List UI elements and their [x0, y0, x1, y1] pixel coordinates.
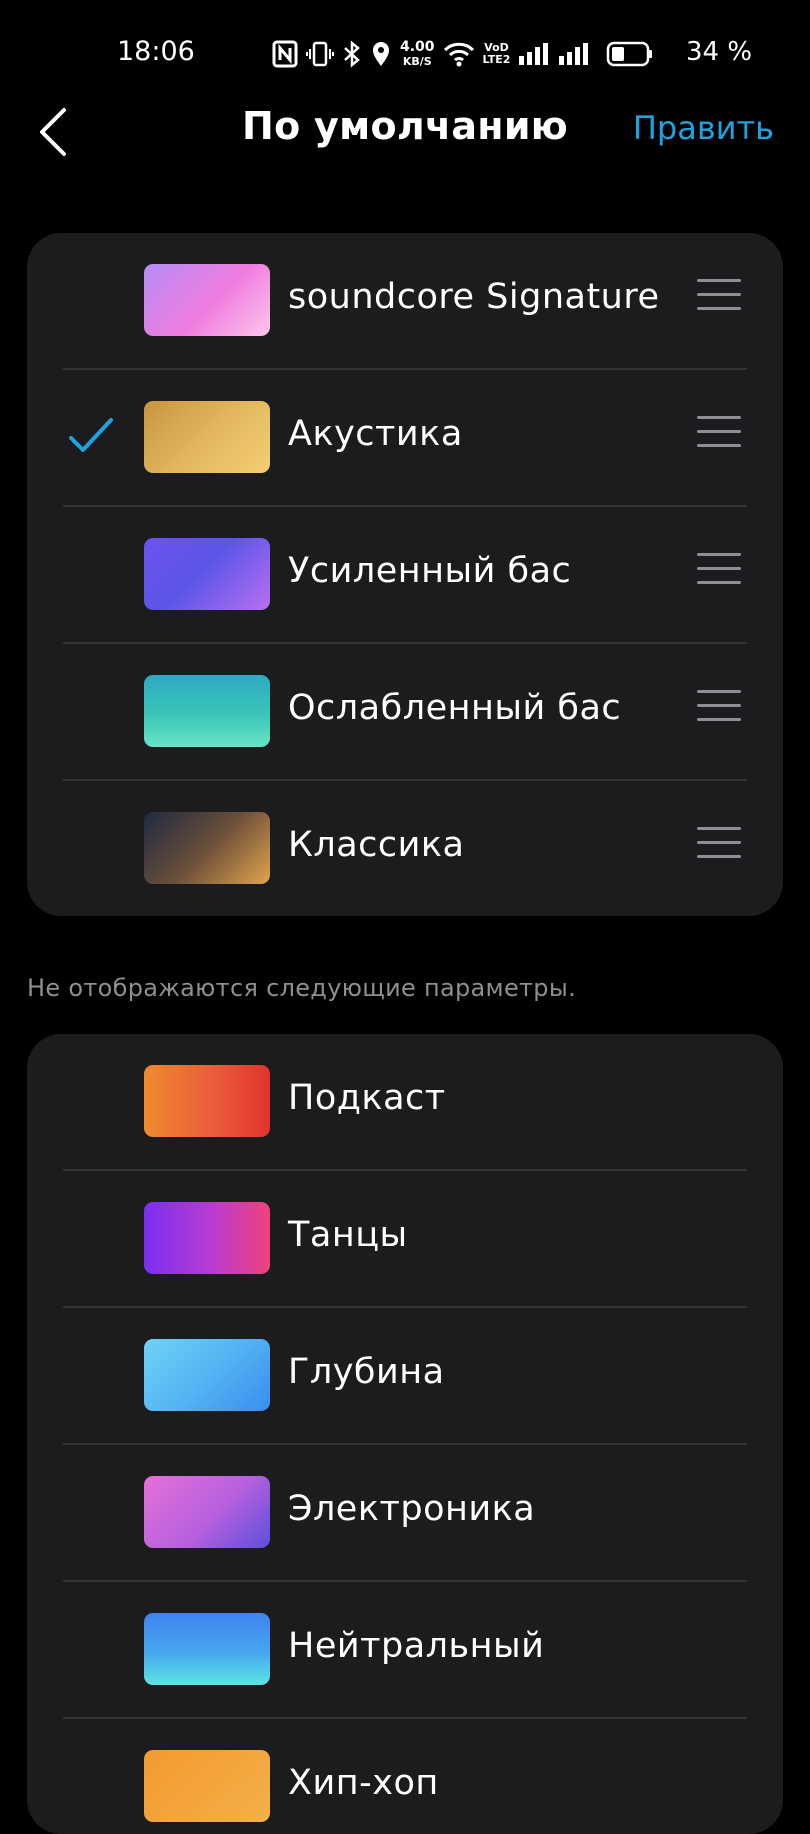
preset-label: Акустика: [288, 414, 463, 454]
preset-thumbnail: [144, 264, 270, 336]
nfc-icon: [272, 40, 298, 68]
hidden-section-note: Не отображаются следующие параметры.: [27, 974, 577, 1002]
preset-row-podcast[interactable]: Подкаст: [27, 1034, 783, 1171]
bluetooth-icon: [342, 40, 362, 68]
preset-row-classical[interactable]: Классика: [27, 781, 783, 916]
signal-icon: [518, 42, 550, 66]
preset-thumbnail: [144, 1339, 270, 1411]
preset-label: Усиленный бас: [288, 551, 572, 591]
preset-thumbnail: [144, 538, 270, 610]
preset-row-electronic[interactable]: Электроника: [27, 1445, 783, 1582]
wifi-icon: [443, 41, 475, 67]
preset-thumbnail: [144, 1476, 270, 1548]
preset-row-bass-reducer[interactable]: Ослабленный бас: [27, 644, 783, 781]
preset-label: Нейтральный: [288, 1626, 545, 1666]
preset-row-deep[interactable]: Глубина: [27, 1308, 783, 1445]
battery-icon: [606, 41, 654, 67]
preset-label: Электроника: [288, 1489, 536, 1529]
preset-thumbnail: [144, 1065, 270, 1137]
preset-thumbnail: [144, 675, 270, 747]
preset-label: Хип-хоп: [288, 1763, 439, 1803]
preset-row-dance[interactable]: Танцы: [27, 1171, 783, 1308]
preset-thumbnail: [144, 1613, 270, 1685]
volte-badge: VoD LTE2: [482, 41, 511, 66]
status-time: 18:06: [117, 36, 195, 67]
drag-handle-icon[interactable]: [697, 827, 741, 867]
drag-handle-icon[interactable]: [697, 553, 741, 593]
preset-label: Глубина: [288, 1352, 445, 1392]
status-bar: 18:06 4.00 KB/S VoD LTE2 34 %: [0, 0, 810, 100]
preset-row-acoustic[interactable]: Акустика: [27, 370, 783, 507]
checkmark-icon: [69, 418, 113, 452]
preset-row-signature[interactable]: soundcore Signature: [27, 233, 783, 370]
preset-label: Подкаст: [288, 1078, 446, 1118]
preset-thumbnail: [144, 401, 270, 473]
preset-row-neutral[interactable]: Нейтральный: [27, 1582, 783, 1719]
signal-icon: [558, 42, 590, 66]
preset-label: Ослабленный бас: [288, 688, 622, 728]
battery-percent: 34 %: [686, 37, 753, 67]
net-speed: 4.00 KB/S: [400, 38, 435, 68]
preset-thumbnail: [144, 812, 270, 884]
status-icons: 4.00 KB/S VoD LTE2: [272, 37, 654, 71]
location-icon: [370, 40, 392, 68]
vibrate-icon: [306, 40, 334, 68]
preset-label: soundcore Signature: [288, 277, 660, 317]
preset-row-bass-booster[interactable]: Усиленный бас: [27, 507, 783, 644]
drag-handle-icon[interactable]: [697, 279, 741, 319]
preset-label: Танцы: [288, 1215, 408, 1255]
hidden-presets-list: Подкаст Танцы Глубина Электроника Нейтра…: [27, 1034, 783, 1834]
visible-presets-list: soundcore Signature Акустика Усиленный б…: [27, 233, 783, 916]
drag-handle-icon[interactable]: [697, 690, 741, 730]
preset-thumbnail: [144, 1750, 270, 1822]
preset-label: Классика: [288, 825, 465, 865]
drag-handle-icon[interactable]: [697, 416, 741, 456]
edit-button[interactable]: Править: [633, 109, 774, 147]
preset-row-hiphop[interactable]: Хип-хоп: [27, 1719, 783, 1834]
preset-thumbnail: [144, 1202, 270, 1274]
